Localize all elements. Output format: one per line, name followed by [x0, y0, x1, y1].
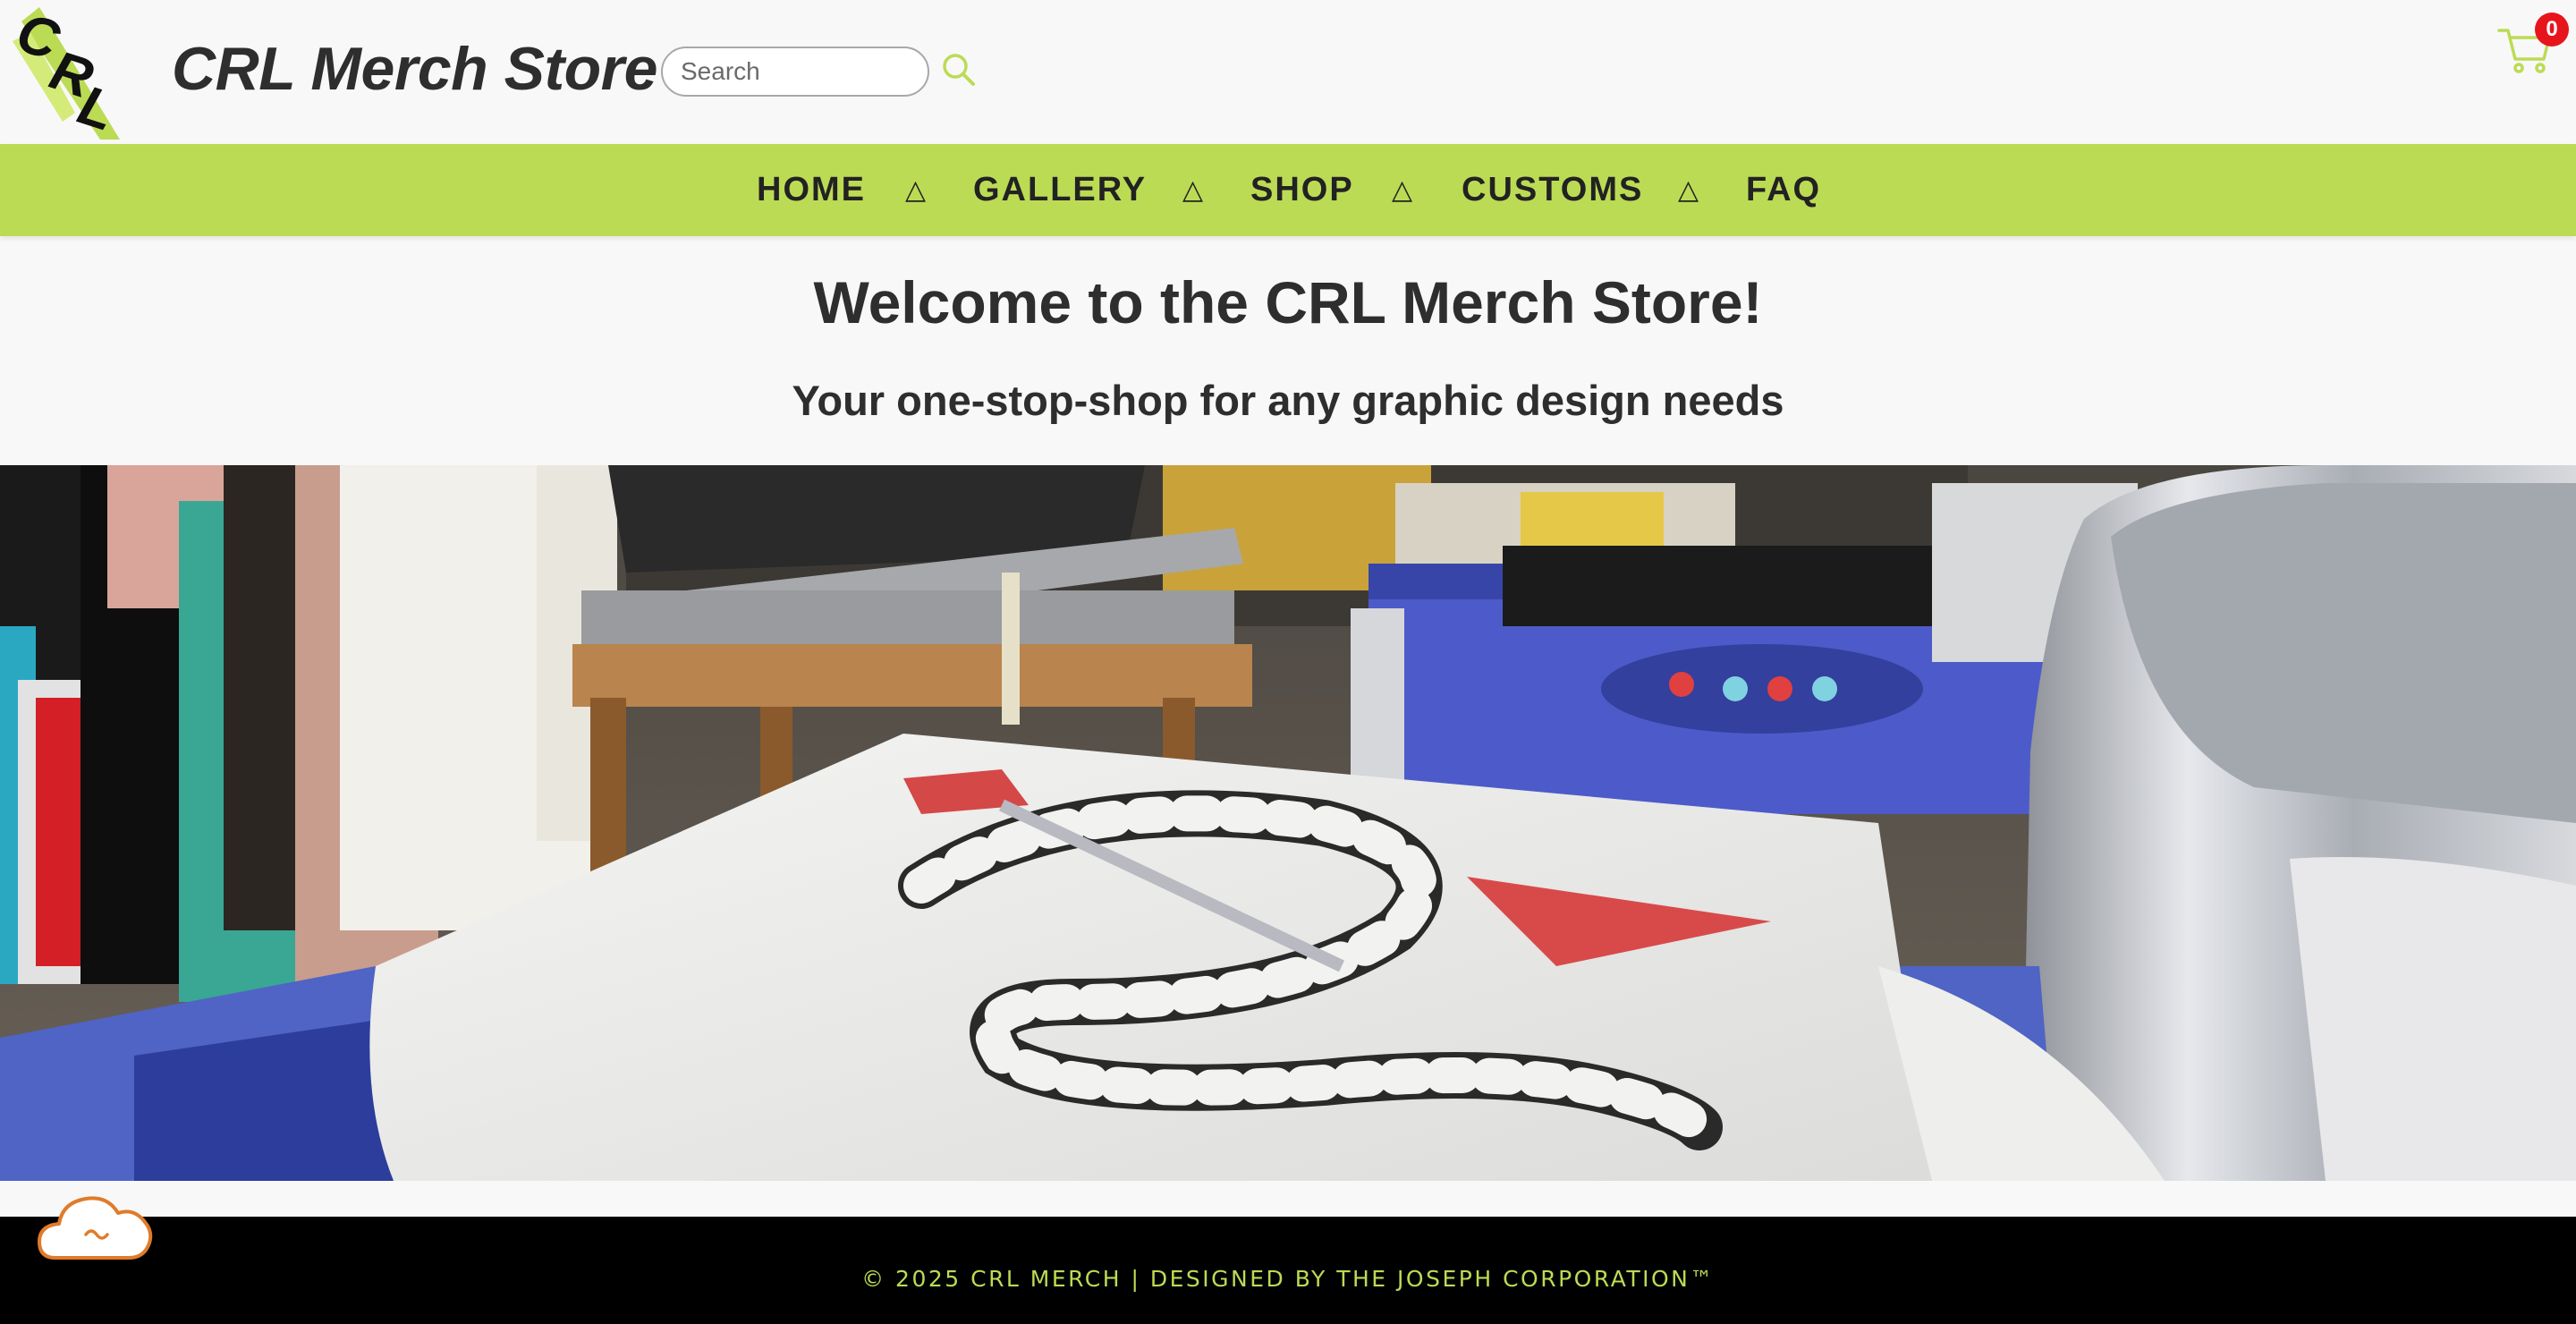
nav-faq[interactable]: FAQ	[1746, 144, 1821, 236]
hero-photo	[0, 465, 2576, 1181]
nav-separator-icon: △	[1392, 174, 1413, 206]
magnifier-icon	[943, 54, 975, 86]
main-nav: HOME △ GALLERY △ SHOP △ CUSTOMS △ FAQ	[0, 144, 2576, 236]
search-button[interactable]	[939, 50, 979, 89]
nav-gallery[interactable]: GALLERY	[973, 144, 1147, 236]
nav-customs[interactable]: CUSTOMS	[1462, 144, 1643, 236]
nav-separator-icon: △	[1678, 174, 1699, 206]
cart-count-badge: 0	[2535, 13, 2569, 47]
page-title: Welcome to the CRL Merch Store!	[813, 269, 1763, 335]
nav-separator-icon: △	[905, 174, 927, 206]
cloud-chat-icon	[38, 1196, 153, 1260]
site-title[interactable]: CRL Merch Store	[172, 34, 657, 104]
nav-separator-icon: △	[1182, 174, 1204, 206]
nav-home[interactable]: HOME	[757, 144, 866, 236]
crl-logo[interactable]: C R L	[9, 1, 129, 143]
footer-copyright: © 2025 CRL MERCH | DESIGNED BY THE JOSEP…	[861, 1266, 1715, 1292]
chat-widget-button[interactable]	[36, 1188, 156, 1263]
nav-shop[interactable]: SHOP	[1250, 144, 1354, 236]
site-header: C R L CRL Merch Store 0	[0, 0, 2576, 144]
page-subtitle: Your one-stop-shop for any graphic desig…	[792, 377, 1784, 424]
search-input[interactable]	[661, 47, 929, 97]
